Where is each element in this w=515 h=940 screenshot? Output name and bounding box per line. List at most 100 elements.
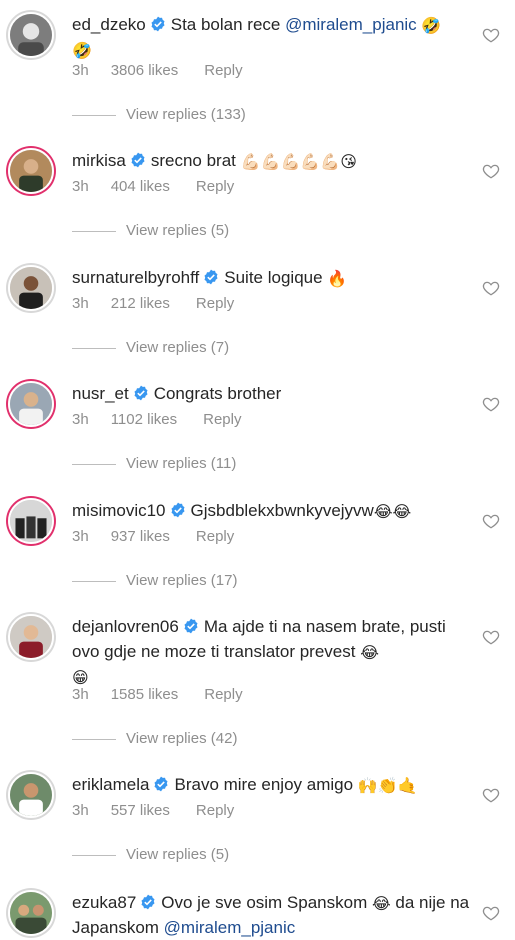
comment-username[interactable]: ed_dzeko bbox=[72, 15, 146, 34]
avatar[interactable] bbox=[8, 12, 54, 58]
comment-time: 3h bbox=[72, 62, 89, 79]
verified-badge-icon bbox=[153, 774, 169, 792]
avatar[interactable] bbox=[8, 381, 54, 427]
comment-likes[interactable]: 1102 likes bbox=[111, 411, 177, 428]
reply-button[interactable]: Reply bbox=[203, 411, 241, 428]
replies-divider bbox=[72, 347, 116, 349]
reply-button[interactable]: Reply bbox=[204, 686, 242, 703]
comment-time: 3h bbox=[72, 802, 89, 819]
view-replies-button[interactable]: View replies (5) bbox=[72, 222, 229, 239]
comment-text: Sta bolan rece bbox=[170, 15, 286, 34]
grinning-emoji-icon: 😁 bbox=[72, 668, 89, 687]
comment-likes[interactable]: 937 likes bbox=[111, 528, 170, 545]
comment-likes[interactable]: 3806 likes bbox=[111, 62, 179, 79]
comment-username[interactable]: misimovic10 bbox=[72, 501, 166, 520]
comment-body: surnaturelbyrohff Suite logique 🔥 bbox=[72, 265, 472, 290]
comment-mention[interactable]: @miralem_pjanic bbox=[164, 918, 296, 937]
view-replies-button[interactable]: View replies (5) bbox=[72, 846, 229, 863]
comment-meta: 3h 937 likes Reply bbox=[72, 528, 256, 545]
avatar[interactable] bbox=[8, 890, 54, 936]
comment-meta: 3h 3806 likes Reply bbox=[72, 62, 265, 79]
comment-body: dejanlovren06 Ma ajde ti na nasem brate, … bbox=[72, 614, 472, 689]
view-replies-label[interactable]: View replies (7) bbox=[126, 339, 229, 356]
avatar[interactable] bbox=[8, 614, 54, 660]
comment-username[interactable]: nusr_et bbox=[72, 384, 129, 403]
fire-emoji-icon: 🔥 bbox=[327, 269, 348, 288]
comment-likes[interactable]: 1585 likes bbox=[111, 686, 179, 703]
comment-time: 3h bbox=[72, 295, 89, 312]
view-replies-label[interactable]: View replies (42) bbox=[126, 730, 237, 747]
comment-body: ed_dzeko Sta bolan rece @miralem_pjanic 🤣… bbox=[72, 12, 472, 62]
comment-username[interactable]: eriklamela bbox=[72, 775, 149, 794]
heart-outline-icon[interactable] bbox=[482, 904, 500, 922]
comment-text: Suite logique bbox=[224, 268, 328, 287]
view-replies-button[interactable]: View replies (11) bbox=[72, 455, 236, 472]
view-replies-label[interactable]: View replies (5) bbox=[126, 222, 229, 239]
comment-text: srecno brat bbox=[150, 151, 241, 170]
comment-text: Gjsbdblekxbwnkyvejyvw bbox=[190, 501, 374, 520]
replies-divider bbox=[72, 580, 116, 582]
avatar[interactable] bbox=[8, 148, 54, 194]
verified-badge-icon bbox=[183, 616, 199, 634]
comment-time: 3h bbox=[72, 686, 89, 703]
reply-button[interactable]: Reply bbox=[204, 62, 242, 79]
laughing-emoji-icon: 😂 bbox=[360, 643, 379, 662]
comment-likes[interactable]: 404 likes bbox=[111, 178, 170, 195]
heart-outline-icon[interactable] bbox=[482, 279, 500, 297]
view-replies-label[interactable]: View replies (11) bbox=[126, 455, 236, 472]
comment-likes[interactable]: 557 likes bbox=[111, 802, 170, 819]
heart-outline-icon[interactable] bbox=[482, 786, 500, 804]
avatar[interactable] bbox=[8, 772, 54, 818]
comment-body: mirkisa srecno brat 💪🏻💪🏻💪🏻💪🏻💪🏻😘 bbox=[72, 148, 472, 173]
clapping-hands-emoji-icon: 🙌👏🤙 bbox=[357, 776, 418, 795]
comment-text: Bravo mire enjoy amigo bbox=[174, 775, 358, 794]
view-replies-button[interactable]: View replies (7) bbox=[72, 339, 229, 356]
reply-button[interactable]: Reply bbox=[196, 528, 234, 545]
heart-outline-icon[interactable] bbox=[482, 512, 500, 530]
avatar[interactable] bbox=[8, 498, 54, 544]
heart-outline-icon[interactable] bbox=[482, 628, 500, 646]
comment-meta: 3h 404 likes Reply bbox=[72, 178, 256, 195]
comment-meta: 3h 557 likes Reply bbox=[72, 802, 256, 819]
comment-body: nusr_et Congrats brother bbox=[72, 381, 472, 406]
reply-button[interactable]: Reply bbox=[196, 295, 234, 312]
laughing-emoji-icon: 🤣 bbox=[72, 41, 92, 60]
view-replies-label[interactable]: View replies (133) bbox=[126, 106, 246, 123]
comment-mention[interactable]: @miralem_pjanic bbox=[285, 15, 417, 34]
view-replies-label[interactable]: View replies (5) bbox=[126, 846, 229, 863]
laughing-emoji-icon: 😂 bbox=[371, 894, 391, 913]
replies-divider bbox=[72, 854, 116, 856]
reply-button[interactable]: Reply bbox=[196, 802, 234, 819]
heart-outline-icon[interactable] bbox=[482, 26, 500, 44]
view-replies-label[interactable]: View replies (17) bbox=[126, 572, 237, 589]
comment-username[interactable]: mirkisa bbox=[72, 151, 126, 170]
comment-text: Congrats brother bbox=[153, 384, 282, 403]
view-replies-button[interactable]: View replies (42) bbox=[72, 730, 237, 747]
verified-badge-icon bbox=[130, 150, 146, 168]
verified-badge-icon bbox=[170, 500, 186, 518]
comment-username[interactable]: surnaturelbyrohff bbox=[72, 268, 199, 287]
comment-username[interactable]: ezuka87 bbox=[72, 893, 136, 912]
replies-divider bbox=[72, 114, 116, 116]
replies-divider bbox=[72, 738, 116, 740]
comment-body: eriklamela Bravo mire enjoy amigo 🙌👏🤙 bbox=[72, 772, 472, 797]
avatar[interactable] bbox=[8, 265, 54, 311]
heart-outline-icon[interactable] bbox=[482, 395, 500, 413]
heart-outline-icon[interactable] bbox=[482, 162, 500, 180]
replies-divider bbox=[72, 230, 116, 232]
comment-text: Ovo je sve osim Spanskom bbox=[161, 893, 372, 912]
comment-meta: 3h 212 likes Reply bbox=[72, 295, 256, 312]
comment-likes[interactable]: 212 likes bbox=[111, 295, 170, 312]
comment-time: 3h bbox=[72, 528, 89, 545]
view-replies-button[interactable]: View replies (17) bbox=[72, 572, 237, 589]
verified-badge-icon bbox=[203, 267, 219, 285]
comment-meta: 3h 1585 likes Reply bbox=[72, 686, 265, 703]
view-replies-button[interactable]: View replies (133) bbox=[72, 106, 246, 123]
comment-username[interactable]: dejanlovren06 bbox=[72, 617, 179, 636]
replies-divider bbox=[72, 463, 116, 465]
comment-body: ezuka87 Ovo je sve osim Spanskom 😂 da nij… bbox=[72, 890, 472, 940]
comment-meta: 3h 1102 likes Reply bbox=[72, 411, 263, 428]
flexed-biceps-emoji-icon: 💪🏻💪🏻💪🏻💪🏻💪🏻😘 bbox=[240, 152, 357, 171]
laughing-emoji-icon: 🤣 bbox=[421, 16, 442, 35]
reply-button[interactable]: Reply bbox=[196, 178, 234, 195]
